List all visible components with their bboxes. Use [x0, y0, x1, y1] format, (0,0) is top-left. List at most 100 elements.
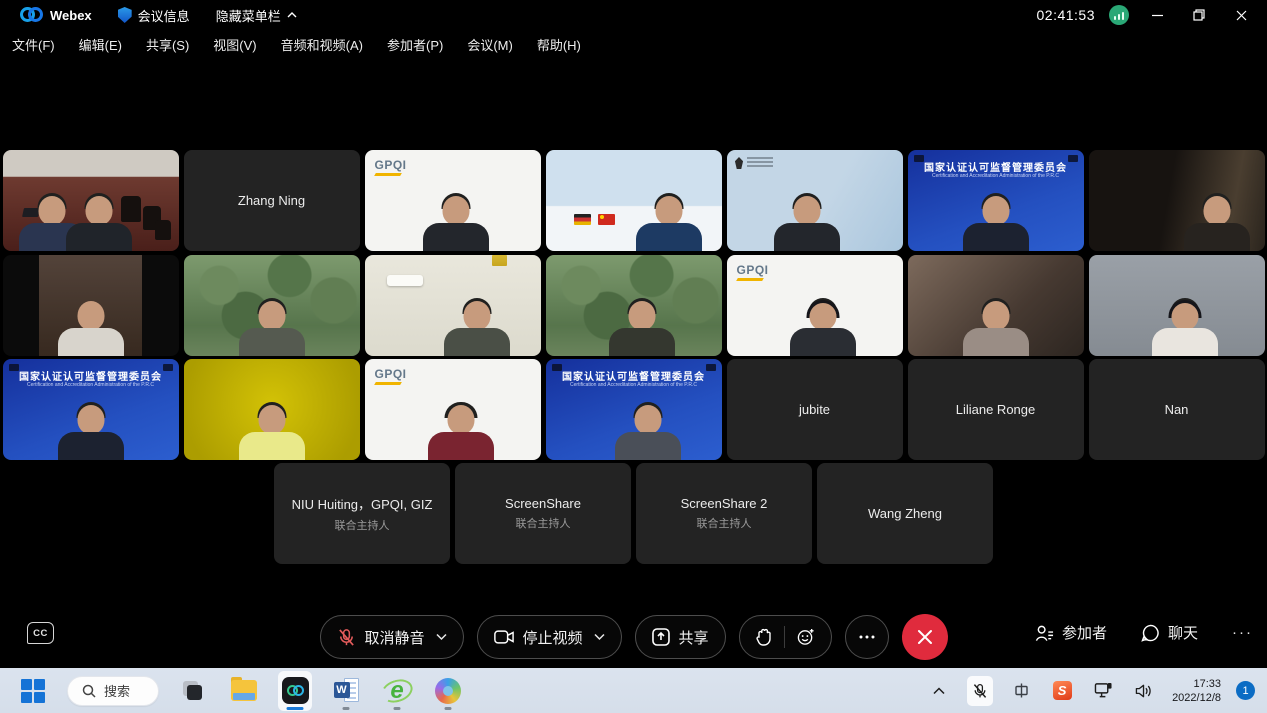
search-icon	[82, 684, 96, 698]
participant-tile-video[interactable]	[546, 255, 722, 356]
participant-tile-name-only[interactable]: ScreenShare 2 联合主持人	[636, 463, 812, 564]
raise-hand-icon[interactable]	[756, 628, 772, 646]
chevron-down-icon[interactable]	[594, 633, 605, 641]
participant-tile-video[interactable]	[727, 150, 903, 251]
meeting-info-button[interactable]: 会议信息	[118, 6, 190, 25]
participant-tile-video[interactable]: GPQI	[365, 359, 541, 460]
participant-tile-name-only[interactable]: jubite	[727, 359, 903, 460]
emoji-reactions-icon[interactable]	[797, 628, 815, 646]
participant-tile-video[interactable]	[184, 255, 360, 356]
ellipsis-icon	[859, 635, 875, 639]
participants-label: 参加者	[1062, 622, 1107, 643]
closed-captions-button[interactable]: CC	[27, 622, 54, 644]
hide-menubar-button[interactable]: 隐藏菜单栏	[216, 6, 297, 25]
participant-tile-video[interactable]: 国家认证认可监督管理委员会Certification and Accredita…	[908, 150, 1084, 251]
participant-role: 联合主持人	[335, 517, 390, 533]
menu-item-participants[interactable]: 参加者(P)	[387, 35, 443, 54]
participants-icon	[1035, 624, 1054, 642]
menu-item-file[interactable]: 文件(F)	[12, 35, 55, 54]
participant-tile-video[interactable]	[3, 150, 179, 251]
chevron-down-icon[interactable]	[435, 633, 446, 641]
person-silhouette	[1182, 191, 1252, 251]
chat-label: 聊天	[1168, 622, 1198, 643]
video-grid-row: GPQI	[0, 255, 1267, 356]
menu-item-view[interactable]: 视图(V)	[213, 35, 256, 54]
webex-taskbar-button[interactable]	[278, 671, 312, 711]
mic-muted-icon	[336, 628, 355, 647]
person-silhouette	[1150, 296, 1220, 356]
task-view-button[interactable]	[176, 671, 210, 711]
person-silhouette	[788, 296, 858, 356]
shield-icon	[118, 7, 132, 23]
participant-tile-name-only[interactable]: Nan	[1089, 359, 1265, 460]
word-taskbar-button[interactable]: W	[329, 671, 363, 711]
close-x-icon	[917, 629, 933, 645]
participant-tile-video[interactable]: GPQI	[727, 255, 903, 356]
close-button[interactable]	[1227, 3, 1255, 27]
network-tray-button[interactable]	[1090, 676, 1116, 706]
start-button[interactable]	[16, 671, 50, 711]
menu-item-meeting[interactable]: 会议(M)	[467, 35, 513, 54]
photos-app-taskbar-button[interactable]	[431, 671, 465, 711]
participant-name: Nan	[1165, 402, 1189, 417]
control-bar: CC 取消静音 停止视频	[0, 608, 1267, 666]
participant-tile-name-only[interactable]: Liliane Ronge	[908, 359, 1084, 460]
windows-logo-icon	[21, 679, 45, 703]
photos-app-icon	[435, 678, 461, 704]
ime-indicator-button[interactable]	[1008, 676, 1034, 706]
menu-item-share[interactable]: 共享(S)	[146, 35, 189, 54]
cnca-subtitle: Certification and Accreditation Administ…	[908, 173, 1084, 179]
participant-tile-video[interactable]	[908, 255, 1084, 356]
more-options-button[interactable]	[845, 615, 889, 659]
leave-meeting-button[interactable]	[902, 614, 948, 660]
menu-item-edit[interactable]: 编辑(E)	[79, 35, 122, 54]
mic-muted-tray-icon	[972, 682, 988, 700]
person-silhouette	[634, 191, 704, 251]
participant-tile-name-only[interactable]: Zhang Ning	[184, 150, 360, 251]
participant-role: 联合主持人	[697, 515, 752, 531]
participant-tile-name-only[interactable]: ScreenShare联合主持人	[455, 463, 631, 564]
chat-panel-button[interactable]: 聊天	[1141, 622, 1198, 643]
more-panels-button[interactable]: ···	[1232, 628, 1253, 638]
file-explorer-button[interactable]	[227, 671, 261, 711]
participant-tile-video[interactable]	[184, 359, 360, 460]
participant-tile-video[interactable]: 国家认证认可监督管理委员会Certification and Accredita…	[3, 359, 179, 460]
participant-tile-name-only[interactable]: Wang Zheng	[817, 463, 993, 564]
participant-tile-video[interactable]: 国家认证认可监督管理委员会Certification and Accredita…	[546, 359, 722, 460]
taskbar-search[interactable]: 搜索	[67, 676, 159, 706]
folder-icon	[231, 680, 257, 701]
stop-video-button[interactable]: 停止视频	[476, 615, 621, 659]
minimize-button[interactable]	[1143, 3, 1171, 27]
gpqi-logo: GPQI	[375, 158, 407, 176]
cnca-title: 国家认证认可监督管理委员会	[3, 368, 179, 383]
participants-panel-button[interactable]: 参加者	[1035, 622, 1107, 643]
restore-button[interactable]	[1185, 3, 1213, 27]
participant-tile-video[interactable]	[1089, 150, 1265, 251]
share-button[interactable]: 共享	[635, 615, 726, 659]
participant-tile-video[interactable]	[546, 150, 722, 251]
participant-tile-video[interactable]	[1089, 255, 1265, 356]
stop-video-label: 停止视频	[522, 627, 582, 648]
taskbar-clock[interactable]: 17:33 2022/12/8	[1172, 677, 1221, 705]
connection-quality-icon[interactable]	[1109, 5, 1129, 25]
tray-mic-muted-button[interactable]	[967, 676, 993, 706]
unmute-button[interactable]: 取消静音	[319, 615, 463, 659]
menu-item-audio-video[interactable]: 音频和视频(A)	[281, 35, 363, 54]
unmute-label: 取消静音	[364, 627, 424, 648]
cnca-title: 国家认证认可监督管理委员会	[546, 368, 722, 383]
internet-explorer-taskbar-button[interactable]: e	[380, 671, 414, 711]
participant-name: ScreenShare 2	[681, 496, 768, 511]
notification-badge[interactable]: 1	[1236, 681, 1255, 700]
volume-tray-button[interactable]	[1131, 676, 1157, 706]
participant-tile-video[interactable]: GPQI	[365, 150, 541, 251]
reactions-button[interactable]	[739, 615, 832, 659]
cnca-subtitle: Certification and Accreditation Administ…	[546, 382, 722, 388]
menu-item-help[interactable]: 帮助(H)	[537, 35, 581, 54]
sogou-input-button[interactable]: S	[1049, 676, 1075, 706]
participant-name: jubite	[799, 402, 830, 417]
participant-tile-name-only[interactable]: NIU Huiting，GPQI, GIZ联合主持人	[274, 463, 450, 564]
cnca-title: 国家认证认可监督管理委员会	[908, 159, 1084, 174]
participant-tile-video[interactable]	[365, 255, 541, 356]
participant-tile-video[interactable]	[3, 255, 179, 356]
tray-overflow-chevron[interactable]	[926, 676, 952, 706]
